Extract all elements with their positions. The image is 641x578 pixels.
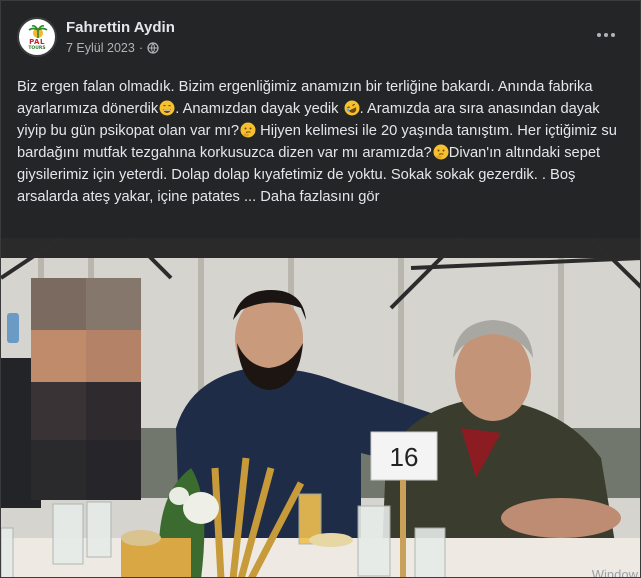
see-more-link[interactable]: Daha fazlasını gör <box>260 189 379 205</box>
thinking-emoji-icon <box>240 122 256 138</box>
thinking-emoji-icon <box>433 144 449 160</box>
post-text: Biz ergen falan olmadık. Bizim ergenliği… <box>17 76 625 208</box>
photo-scene: 16 <box>1 238 640 577</box>
watermark-text: Window <box>591 567 638 578</box>
avatar-logo-text: PAL <box>29 38 45 46</box>
rofl-emoji-icon <box>344 100 360 116</box>
avatar-logo-subtext: TOURS <box>28 46 46 51</box>
globe-icon[interactable] <box>147 42 159 54</box>
post-card: PAL TOURS Fahrettin Aydin 7 Eylül 2023 ·… <box>0 0 641 578</box>
separator-dot: · <box>138 41 143 55</box>
author-name[interactable]: Fahrettin Aydin <box>66 19 175 37</box>
more-options-icon[interactable] <box>588 23 624 47</box>
post-date[interactable]: 7 Eylül 2023 <box>66 41 135 55</box>
post-header: PAL TOURS Fahrettin Aydin 7 Eylül 2023 · <box>17 17 624 67</box>
table-number: 16 <box>390 442 419 472</box>
blurred-face <box>31 278 141 500</box>
avatar[interactable]: PAL TOURS <box>17 17 57 57</box>
more-dot <box>611 33 615 37</box>
grin-emoji-icon <box>159 100 175 116</box>
post-photo[interactable]: 16 Window <box>1 238 640 578</box>
more-dot <box>604 33 608 37</box>
post-meta: Fahrettin Aydin 7 Eylül 2023 · <box>66 17 175 55</box>
palm-logo-icon <box>28 25 48 38</box>
post-text-segment: . Anamızdan dayak yedik <box>175 101 343 117</box>
post-subline: 7 Eylül 2023 · <box>66 41 175 55</box>
more-dot <box>597 33 601 37</box>
